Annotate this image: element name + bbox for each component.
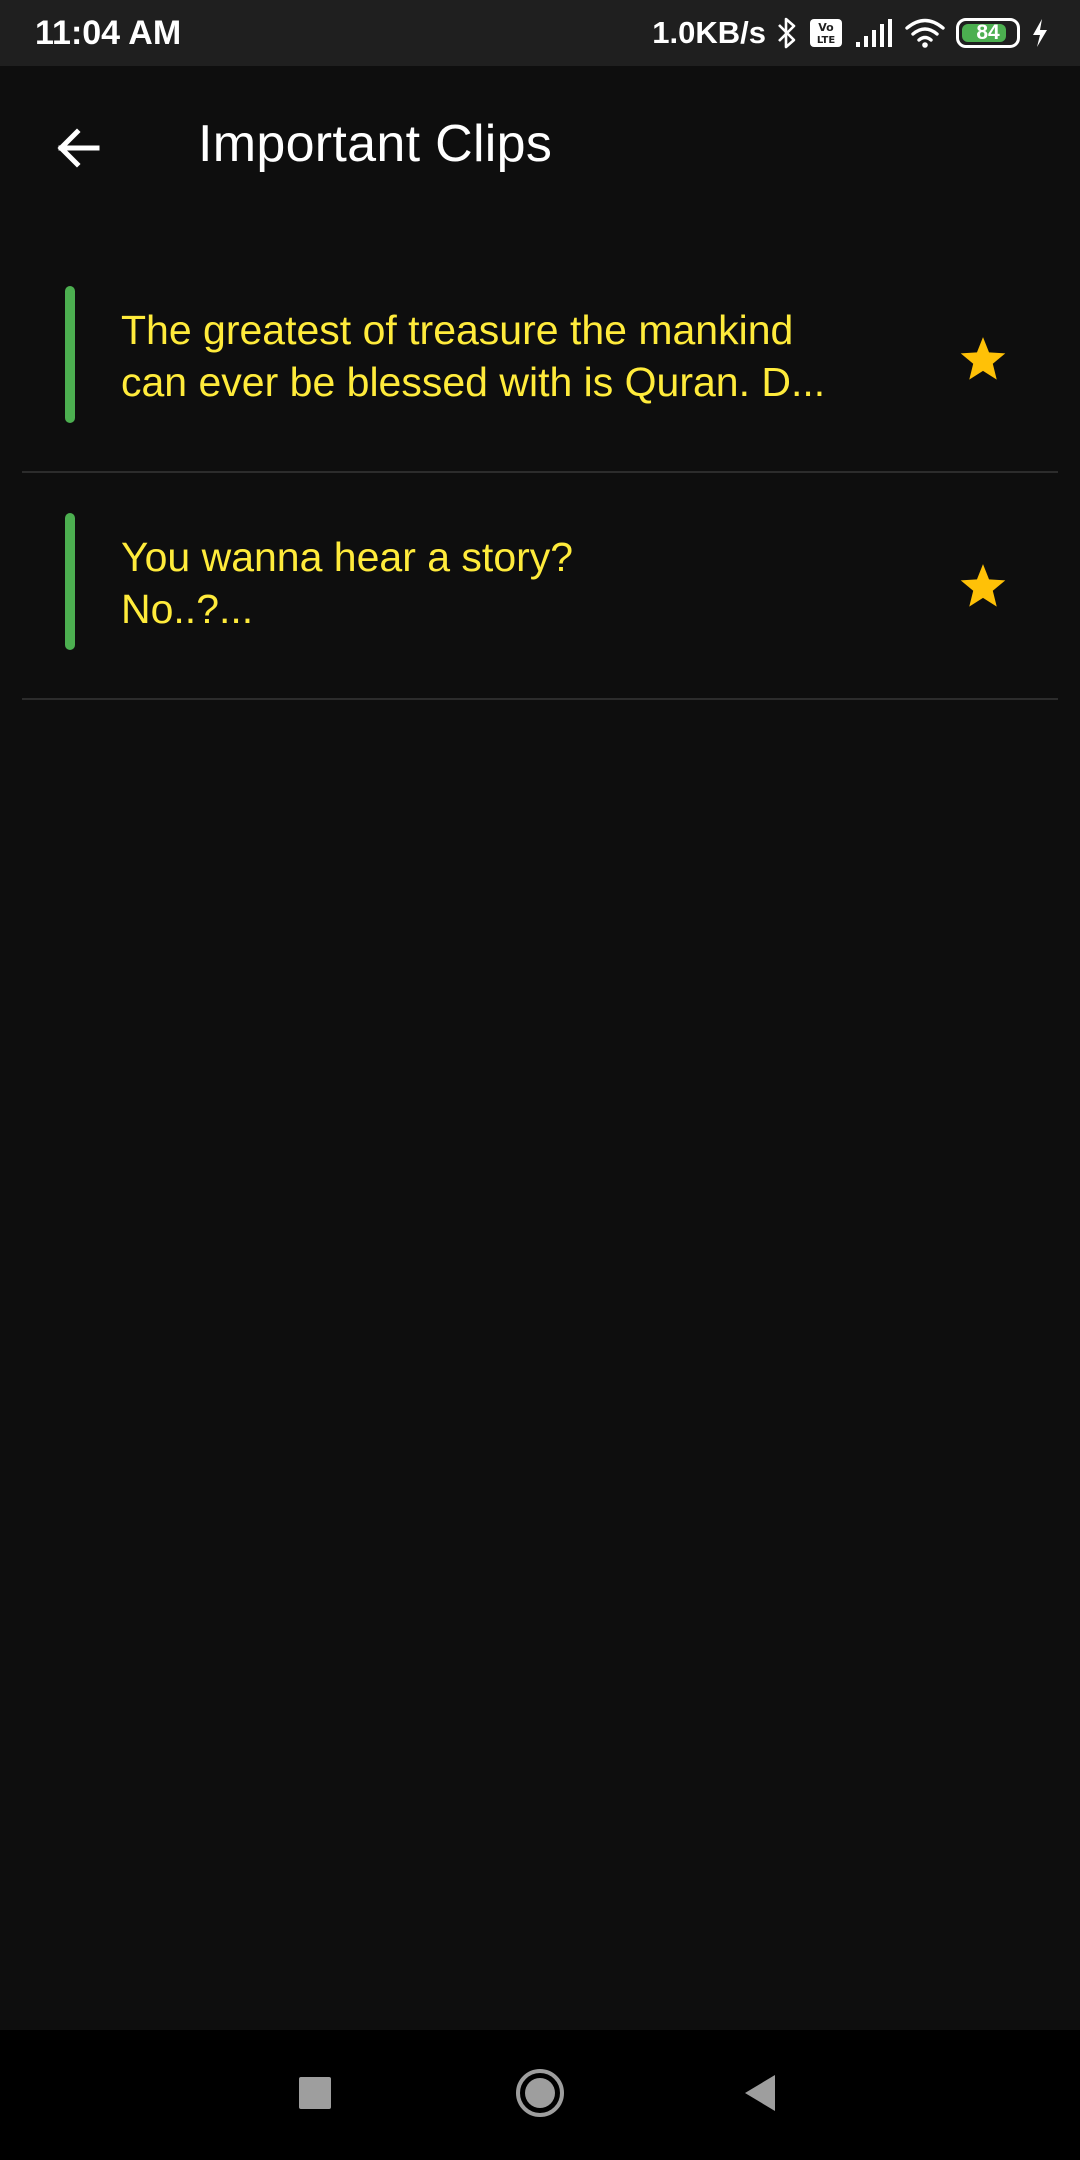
back-triangle-icon xyxy=(741,2072,779,2119)
network-speed: 1.0KB/s xyxy=(652,15,766,50)
recents-icon xyxy=(297,2075,333,2116)
navigation-bar xyxy=(0,2030,1080,2160)
clip-accent-bar xyxy=(65,286,75,423)
status-bar: 11:04 AM 1.0KB/s Vo LTE 84 xyxy=(0,0,1080,66)
recents-button[interactable] xyxy=(270,2050,360,2140)
battery-icon: 84 xyxy=(956,18,1020,48)
back-button[interactable] xyxy=(38,110,118,190)
volte-icon: Vo LTE xyxy=(808,16,844,50)
arrow-left-icon xyxy=(53,123,103,178)
wifi-icon xyxy=(904,17,946,49)
clip-list: The greatest of treasure the mankind can… xyxy=(22,246,1058,700)
clip-item[interactable]: You wanna hear a story? No..?... xyxy=(22,473,1058,700)
clip-accent-bar xyxy=(65,513,75,650)
star-icon xyxy=(958,562,1008,615)
charging-icon xyxy=(1030,17,1050,49)
system-back-button[interactable] xyxy=(715,2050,805,2140)
home-button[interactable] xyxy=(495,2050,585,2140)
star-button[interactable] xyxy=(948,326,1018,396)
bluetooth-icon xyxy=(776,16,798,50)
page-title: Important Clips xyxy=(198,115,553,173)
star-button[interactable] xyxy=(948,553,1018,623)
clip-text: You wanna hear a story? No..?... xyxy=(121,534,574,632)
clip-text: The greatest of treasure the mankind can… xyxy=(121,307,826,405)
signal-icon xyxy=(854,18,894,48)
app-bar: Important Clips xyxy=(0,66,1080,226)
battery-level: 84 xyxy=(976,21,1000,44)
clip-item[interactable]: The greatest of treasure the mankind can… xyxy=(22,246,1058,473)
status-icons: 1.0KB/s Vo LTE 84 xyxy=(652,15,1050,51)
home-icon xyxy=(514,2067,566,2124)
status-time: 11:04 AM xyxy=(35,13,182,52)
svg-text:Vo: Vo xyxy=(818,21,834,34)
star-icon xyxy=(958,335,1008,388)
svg-text:LTE: LTE xyxy=(817,35,836,46)
